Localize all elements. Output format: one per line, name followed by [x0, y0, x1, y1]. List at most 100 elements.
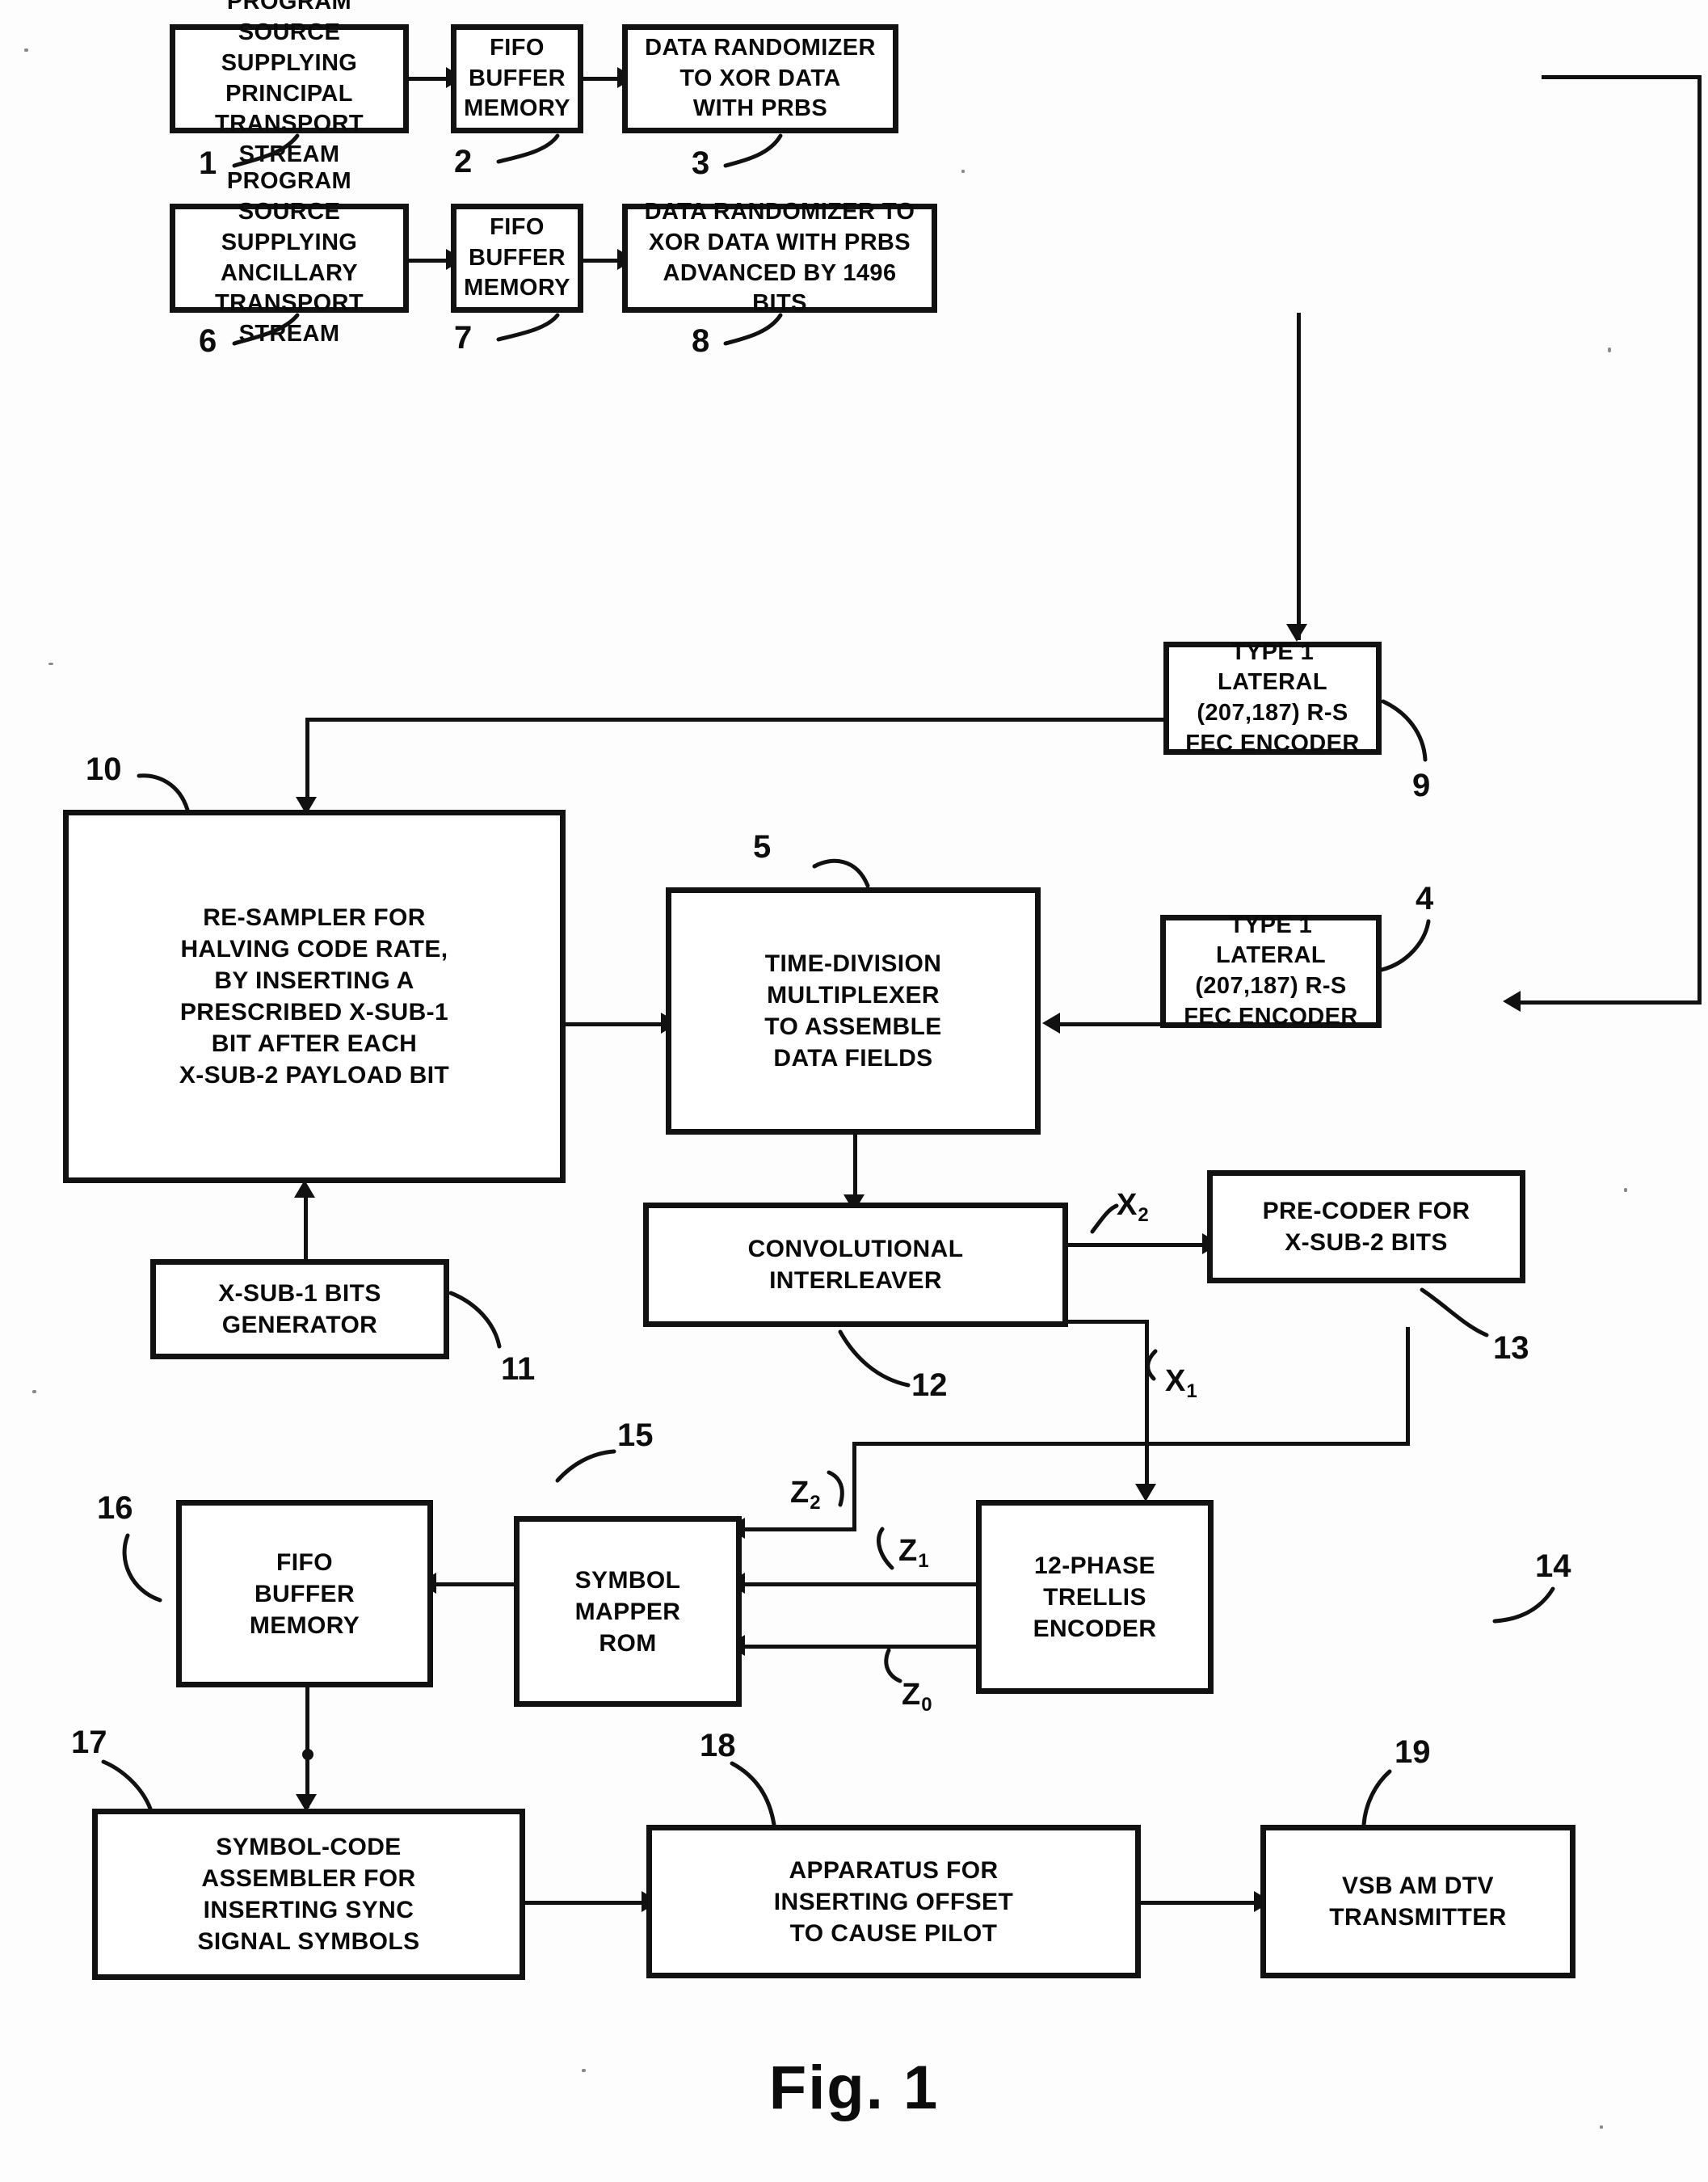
reference-numeral-11: 11: [501, 1351, 536, 1387]
connector-b1-b2: [409, 77, 451, 81]
reference-numeral-3: 3: [692, 145, 710, 181]
signal-sub: 0: [921, 1694, 932, 1716]
signal-label-x1: X1: [1165, 1364, 1197, 1401]
reference-numeral-10: 10: [86, 752, 122, 787]
reference-numeral-1: 1: [199, 145, 217, 181]
junction-dot-b16-b17: [302, 1749, 313, 1760]
reference-numeral-15: 15: [617, 1417, 654, 1453]
signal-label-z2: Z2: [790, 1476, 821, 1513]
connector-b4-b5: [1057, 1022, 1160, 1026]
block-label: APPARATUS FOR INSERTING OFFSET TO CAUSE …: [773, 1856, 1014, 1947]
scan-speckle: [961, 170, 965, 173]
block-symbol-code-assembler[interactable]: SYMBOL-CODE ASSEMBLER FOR INSERTING SYNC…: [92, 1809, 525, 1980]
arrowhead-rail-b4: [1503, 991, 1521, 1012]
signal-sub: 2: [810, 1492, 821, 1514]
block-label: 12-PHASE TRELLIS ENCODER: [1033, 1552, 1157, 1642]
scan-speckle: [582, 2069, 586, 2072]
block-label: PROGRAM SOURCE SUPPLYING ANCILLARY TRANS…: [214, 168, 364, 347]
scan-speckle: [1600, 2125, 1603, 2129]
signal-sub: 1: [1186, 1380, 1197, 1402]
scan-speckle: [1624, 1188, 1627, 1192]
reference-numeral-19: 19: [1395, 1734, 1431, 1770]
signal-base: Z: [898, 1534, 918, 1568]
scan-speckle: [24, 48, 28, 52]
block-label: TYPE 1 LATERAL (207,187) R-S FEC ENCODER: [1184, 912, 1358, 1030]
block-label: DATA RANDOMIZER TO XOR DATA WITH PRBS: [645, 34, 876, 122]
block-program-source-principal[interactable]: PROGRAM SOURCE SUPPLYING PRINCIPAL TRANS…: [170, 0, 409, 167]
connector-b6-b7: [409, 259, 451, 263]
block-label: VSB AM DTV TRANSMITTER: [1329, 1872, 1507, 1931]
reference-numeral-17: 17: [71, 1725, 107, 1760]
reference-numeral-16: 16: [97, 1490, 133, 1526]
connector-b13-down: [1406, 1327, 1410, 1445]
reference-numeral-2: 2: [454, 144, 473, 179]
connector-b7-b8: [583, 259, 622, 263]
block-label: SYMBOL MAPPER ROM: [574, 1566, 681, 1657]
block-x-sub-1-bits-generator[interactable]: X-SUB-1 BITS GENERATOR: [150, 1259, 449, 1359]
block-convolutional-interleaver[interactable]: CONVOLUTIONAL INTERLEAVER: [643, 1203, 1068, 1327]
block-data-randomizer-prbs[interactable]: DATA RANDOMIZER TO XOR DATA WITH PRBS: [622, 24, 898, 133]
connector-b14-b15-z1: [742, 1582, 976, 1586]
connector-b2-b3: [583, 77, 622, 81]
block-label: SYMBOL-CODE ASSEMBLER FOR INSERTING SYNC…: [197, 1834, 420, 1955]
block-label: CONVOLUTIONAL INTERLEAVER: [747, 1236, 964, 1294]
reference-numeral-4: 4: [1416, 881, 1434, 916]
connector-x1-down: [1145, 1320, 1149, 1496]
block-rs-fec-encoder-4[interactable]: TYPE 1 LATERAL (207,187) R-S FEC ENCODER: [1160, 912, 1382, 1030]
connector-rail-to-b4: [1519, 1000, 1702, 1005]
reference-numeral-14: 14: [1535, 1548, 1571, 1584]
reference-numeral-5: 5: [753, 829, 772, 865]
connector-z2-down: [852, 1442, 856, 1531]
connector-b8-b9: [1297, 313, 1301, 640]
connector-b14-b15-z0: [742, 1645, 976, 1649]
block-12-phase-trellis-encoder[interactable]: 12-PHASE TRELLIS ENCODER: [976, 1500, 1214, 1694]
block-label: PRE-CODER FOR X-SUB-2 BITS: [1262, 1198, 1470, 1256]
signal-sub: 2: [1138, 1204, 1149, 1226]
block-fifo-buffer-memory-2[interactable]: FIFO BUFFER MEMORY: [451, 24, 583, 133]
block-label: PROGRAM SOURCE SUPPLYING PRINCIPAL TRANS…: [214, 0, 364, 167]
reference-numeral-18: 18: [700, 1728, 736, 1763]
block-label: FIFO BUFFER MEMORY: [464, 213, 570, 301]
connector-z2-to-b15: [742, 1527, 856, 1531]
reference-numeral-6: 6: [199, 323, 217, 359]
signal-base: X: [1117, 1188, 1138, 1222]
connector-b15-b16: [433, 1582, 514, 1586]
reference-numeral-12: 12: [911, 1367, 948, 1403]
block-fifo-buffer-memory-16[interactable]: FIFO BUFFER MEMORY: [176, 1500, 433, 1687]
connector-b11-b10: [304, 1186, 308, 1264]
signal-base: Z: [790, 1476, 810, 1510]
block-rs-fec-encoder-9[interactable]: TYPE 1 LATERAL (207,187) R-S FEC ENCODER: [1163, 639, 1382, 756]
patent-figure-sheet: PROGRAM SOURCE SUPPLYING PRINCIPAL TRANS…: [0, 0, 1708, 2182]
block-vsb-am-dtv-transmitter[interactable]: VSB AM DTV TRANSMITTER: [1260, 1825, 1575, 1978]
block-pre-coder-x-sub-2-bits[interactable]: PRE-CODER FOR X-SUB-2 BITS: [1207, 1170, 1525, 1283]
reference-numeral-13: 13: [1493, 1330, 1529, 1366]
signal-base: Z: [902, 1678, 921, 1712]
connector-b3-rail-top: [1542, 75, 1702, 79]
connector-b3-rail-down: [1697, 75, 1702, 1005]
connector-b18-b19: [1141, 1901, 1260, 1905]
block-fifo-buffer-memory-7[interactable]: FIFO BUFFER MEMORY: [451, 204, 583, 313]
scan-speckle: [1608, 348, 1611, 352]
reference-numeral-9: 9: [1412, 768, 1431, 803]
block-symbol-mapper-rom[interactable]: SYMBOL MAPPER ROM: [514, 1516, 742, 1707]
arrowhead-x1-b14: [1135, 1484, 1156, 1502]
connector-b13-left: [852, 1442, 1410, 1446]
block-label: TIME-DIVISION MULTIPLEXER TO ASSEMBLE DA…: [764, 950, 942, 1072]
block-apparatus-inserting-offset-pilot[interactable]: APPARATUS FOR INSERTING OFFSET TO CAUSE …: [646, 1825, 1141, 1978]
figure-caption: Fig. 1: [768, 2054, 940, 2122]
connector-b12-x1: [1068, 1320, 1149, 1324]
reference-numeral-8: 8: [692, 323, 710, 359]
signal-label-x2: X2: [1117, 1188, 1149, 1225]
block-label: X-SUB-1 BITS GENERATOR: [218, 1280, 381, 1338]
connector-b9-to-left-rail: [305, 718, 1163, 722]
block-program-source-ancillary[interactable]: PROGRAM SOURCE SUPPLYING ANCILLARY TRANS…: [170, 168, 409, 347]
block-time-division-multiplexer[interactable]: TIME-DIVISION MULTIPLEXER TO ASSEMBLE DA…: [666, 887, 1041, 1135]
block-data-randomizer-advanced-prbs[interactable]: DATA RANDOMIZER TO XOR DATA WITH PRBS AD…: [622, 199, 937, 316]
connector-b10-b5: [566, 1022, 666, 1026]
block-label: TYPE 1 LATERAL (207,187) R-S FEC ENCODER: [1185, 638, 1360, 756]
block-resampler-halving-code-rate[interactable]: RE-SAMPLER FOR HALVING CODE RATE, BY INS…: [63, 810, 566, 1183]
block-label: FIFO BUFFER MEMORY: [464, 34, 570, 122]
signal-label-z1: Z1: [898, 1534, 929, 1571]
block-label: RE-SAMPLER FOR HALVING CODE RATE, BY INS…: [179, 904, 450, 1089]
signal-base: X: [1165, 1364, 1186, 1398]
